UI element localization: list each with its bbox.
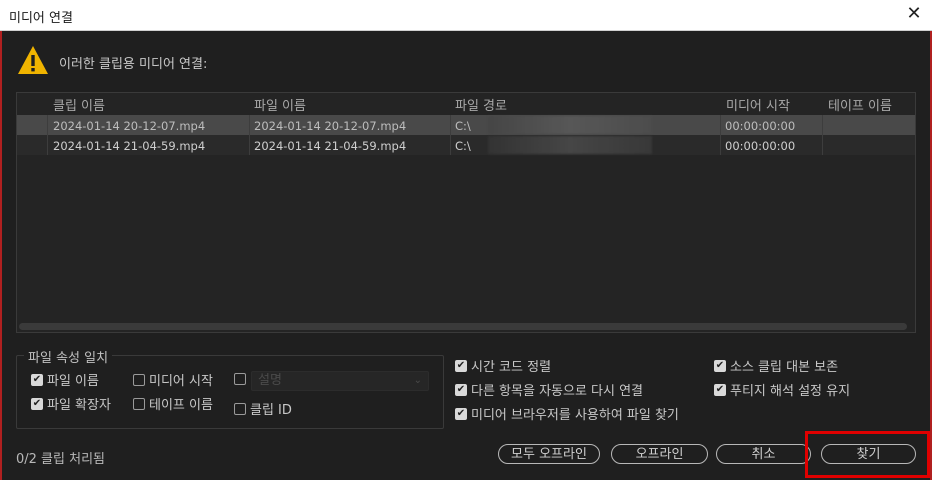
dialog-heading: 이러한 클립용 미디어 연결:: [59, 57, 208, 72]
locate-button-highlight: [805, 431, 930, 478]
checkmark-icon: ✔: [455, 407, 467, 420]
offline-all-button[interactable]: 모두 오프라인: [498, 444, 600, 464]
warning-icon: [18, 46, 48, 74]
offline-button[interactable]: 오프라인: [611, 444, 708, 464]
relink-others-checkbox[interactable]: ✔ 다른 항목을 자동으로 다시 연결: [455, 380, 643, 399]
close-icon[interactable]: ✕: [904, 3, 924, 24]
column-header-media-start[interactable]: 미디어 시작: [726, 95, 790, 114]
description-select: 설명 ⌄: [251, 371, 429, 391]
match-media-start-checkbox[interactable]: 미디어 시작: [133, 370, 213, 389]
checkmark-icon: ✔: [455, 359, 467, 372]
align-timecode-checkbox[interactable]: ✔ 시간 코드 정렬: [455, 356, 551, 375]
preserve-source-transcript-checkbox[interactable]: ✔ 소스 클립 대본 보존: [714, 356, 838, 375]
table-header: 클립 이름 파일 이름 파일 경로 미디어 시작 테이프 이름: [17, 93, 915, 115]
window-title: 미디어 연결: [9, 11, 73, 26]
checkmark-icon: ✔: [31, 397, 43, 410]
match-properties-group: [16, 355, 444, 429]
cell-clip-name: 2024-01-14 20-12-07.mp4: [53, 119, 206, 133]
chevron-down-icon: ⌄: [413, 375, 422, 386]
checkmark-icon: ✔: [714, 383, 726, 396]
clip-table[interactable]: 클립 이름 파일 이름 파일 경로 미디어 시작 테이프 이름 2024-01-…: [16, 92, 916, 333]
use-media-browser-checkbox[interactable]: ✔ 미디어 브라우저를 사용하여 파일 찾기: [455, 404, 679, 423]
window-edge-left: [0, 0, 2, 480]
cell-media-start: 00:00:00:00: [725, 139, 796, 153]
checkmark-icon: ✔: [455, 383, 467, 396]
match-tape-name-checkbox[interactable]: 테이프 이름: [133, 394, 213, 413]
match-description-checkbox[interactable]: [234, 373, 250, 385]
status-text: 0/2 클립 처리됨: [16, 452, 105, 467]
checkmark-icon: ✔: [31, 373, 43, 386]
table-row[interactable]: 2024-01-14 21-04-59.mp4 2024-01-14 21-04…: [17, 135, 915, 155]
cell-file-path: C:\: [455, 119, 471, 133]
column-header-file-name[interactable]: 파일 이름: [254, 95, 306, 114]
cell-media-start: 00:00:00:00: [725, 119, 796, 133]
preserve-interpret-footage-checkbox[interactable]: ✔ 푸티지 해석 설정 유지: [714, 380, 850, 399]
match-file-name-checkbox[interactable]: ✔ 파일 이름: [31, 370, 99, 389]
cell-clip-name: 2024-01-14 21-04-59.mp4: [53, 139, 206, 153]
cell-file-name: 2024-01-14 20-12-07.mp4: [254, 119, 407, 133]
redacted-path: [488, 116, 652, 134]
column-header-clip-name[interactable]: 클립 이름: [53, 95, 105, 114]
match-file-extension-checkbox[interactable]: ✔ 파일 확장자: [31, 394, 111, 413]
cell-file-name: 2024-01-14 21-04-59.mp4: [254, 139, 407, 153]
match-properties-legend: 파일 속성 일치: [24, 347, 113, 366]
cancel-button[interactable]: 취소: [716, 444, 811, 464]
checkmark-icon: ✔: [714, 359, 726, 372]
cell-file-path: C:\: [455, 139, 471, 153]
column-header-file-path[interactable]: 파일 경로: [455, 95, 507, 114]
horizontal-scrollbar[interactable]: [19, 323, 907, 330]
title-bar: 미디어 연결 ✕: [0, 0, 932, 31]
table-row[interactable]: 2024-01-14 20-12-07.mp4 2024-01-14 20-12…: [17, 115, 915, 135]
column-header-tape-name[interactable]: 테이프 이름: [828, 95, 892, 114]
match-clip-id-checkbox[interactable]: 클립 ID: [234, 399, 292, 418]
redacted-path: [488, 136, 652, 154]
